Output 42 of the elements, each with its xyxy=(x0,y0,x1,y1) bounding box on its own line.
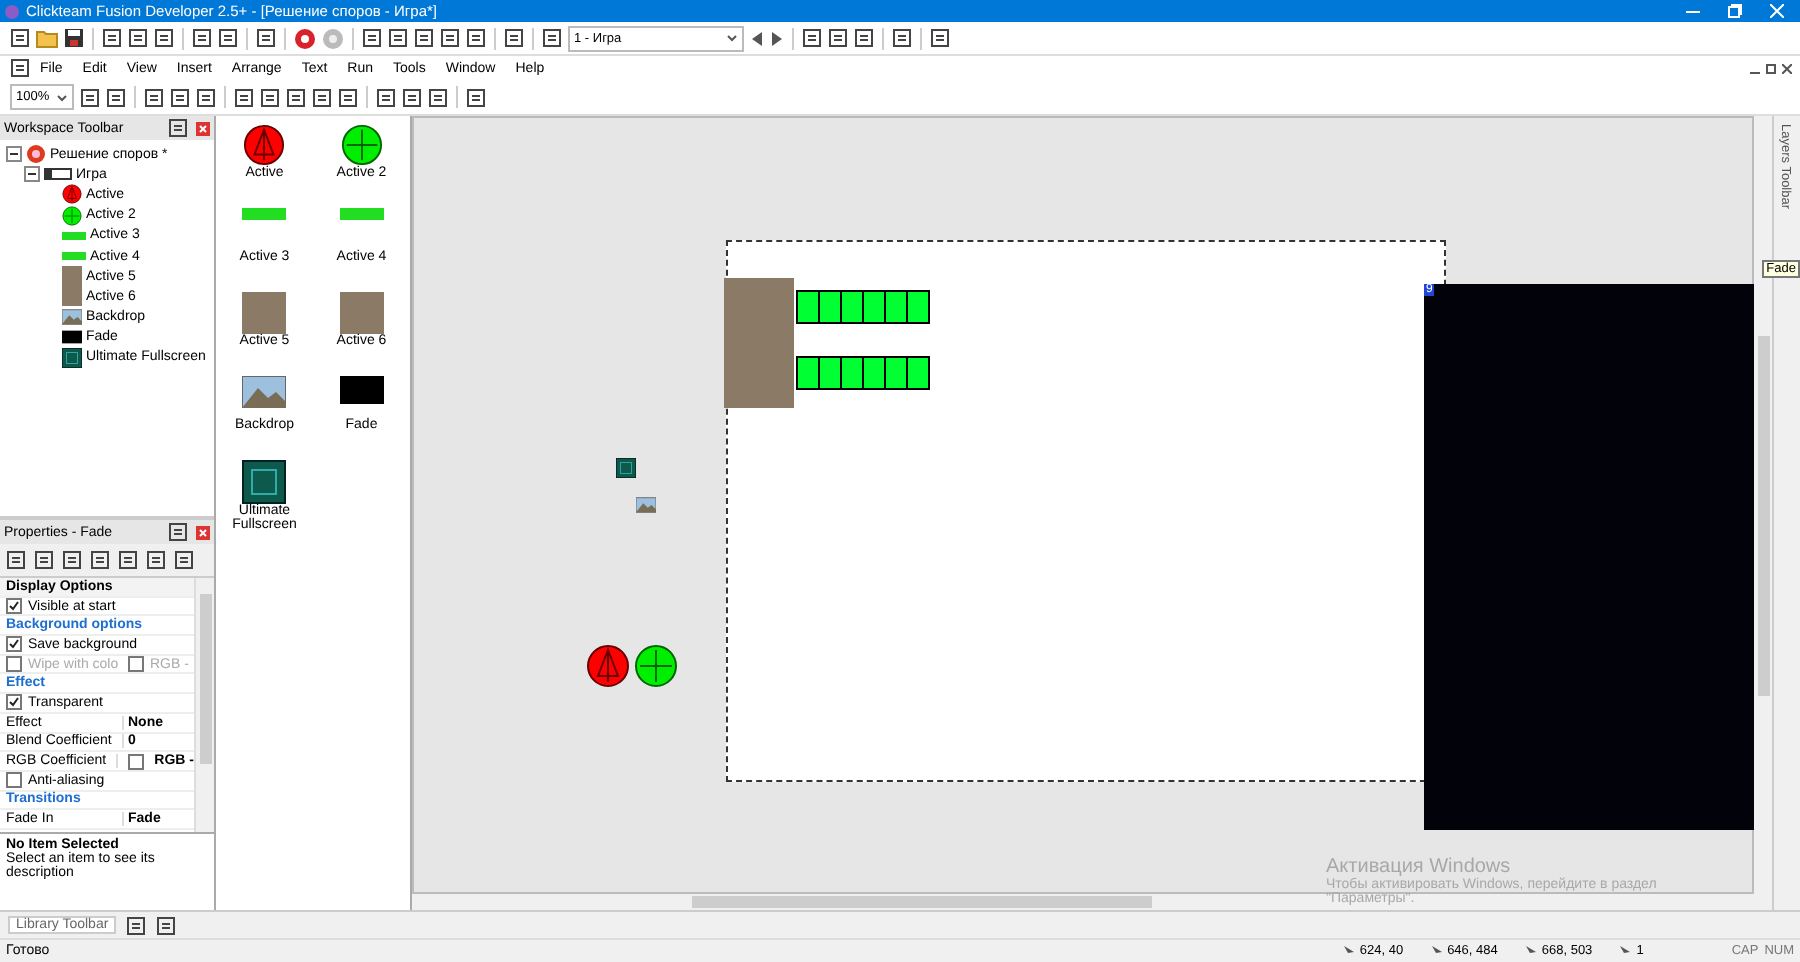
rectangle-icon xyxy=(339,376,384,404)
photo-placeholder xyxy=(62,266,82,287)
scrollbar[interactable] xyxy=(194,578,214,832)
landscape-icon xyxy=(62,308,82,327)
ball-with-cross-icon xyxy=(339,124,384,166)
checkbox[interactable] xyxy=(6,598,22,615)
bar-icon xyxy=(339,208,384,220)
close-icon[interactable] xyxy=(1782,63,1792,73)
photo-placeholder xyxy=(62,286,82,307)
segmented-bar[interactable] xyxy=(796,356,930,390)
tree-toggle[interactable] xyxy=(24,166,40,183)
prev-arrow-icon[interactable] xyxy=(750,29,764,47)
ball-with-triangle-icon xyxy=(62,184,82,205)
ball-with-cross-icon xyxy=(62,205,82,226)
bar-icon xyxy=(242,208,287,220)
app-logo-icon xyxy=(4,3,20,19)
screen-icon xyxy=(62,347,82,368)
landscape-icon xyxy=(242,376,287,408)
rectangle-icon xyxy=(62,330,82,345)
screen-icon xyxy=(242,460,287,504)
checkbox[interactable] xyxy=(6,772,22,789)
checkbox[interactable] xyxy=(6,636,22,653)
bar-icon xyxy=(62,252,86,261)
next-arrow-icon[interactable] xyxy=(770,29,784,47)
checkbox[interactable] xyxy=(6,694,22,711)
run-icon[interactable] xyxy=(294,27,316,49)
tree-toggle[interactable] xyxy=(6,146,22,163)
save-icon[interactable] xyxy=(64,28,84,48)
activation-title: Активация Windows xyxy=(1326,856,1511,878)
new-icon[interactable] xyxy=(10,28,30,48)
landscape-icon xyxy=(636,496,656,514)
caret-icon xyxy=(56,91,68,103)
app-icon xyxy=(26,144,46,165)
photo-placeholder xyxy=(242,292,287,334)
caret-icon xyxy=(726,32,738,44)
color-swatch[interactable] xyxy=(128,753,145,770)
restore-icon[interactable] xyxy=(1766,63,1776,73)
bar-icon xyxy=(62,231,86,240)
segmented-bar[interactable] xyxy=(796,290,930,324)
photo-placeholder xyxy=(339,292,384,334)
ball-with-cross-icon xyxy=(634,644,678,688)
screen-icon xyxy=(616,458,636,478)
